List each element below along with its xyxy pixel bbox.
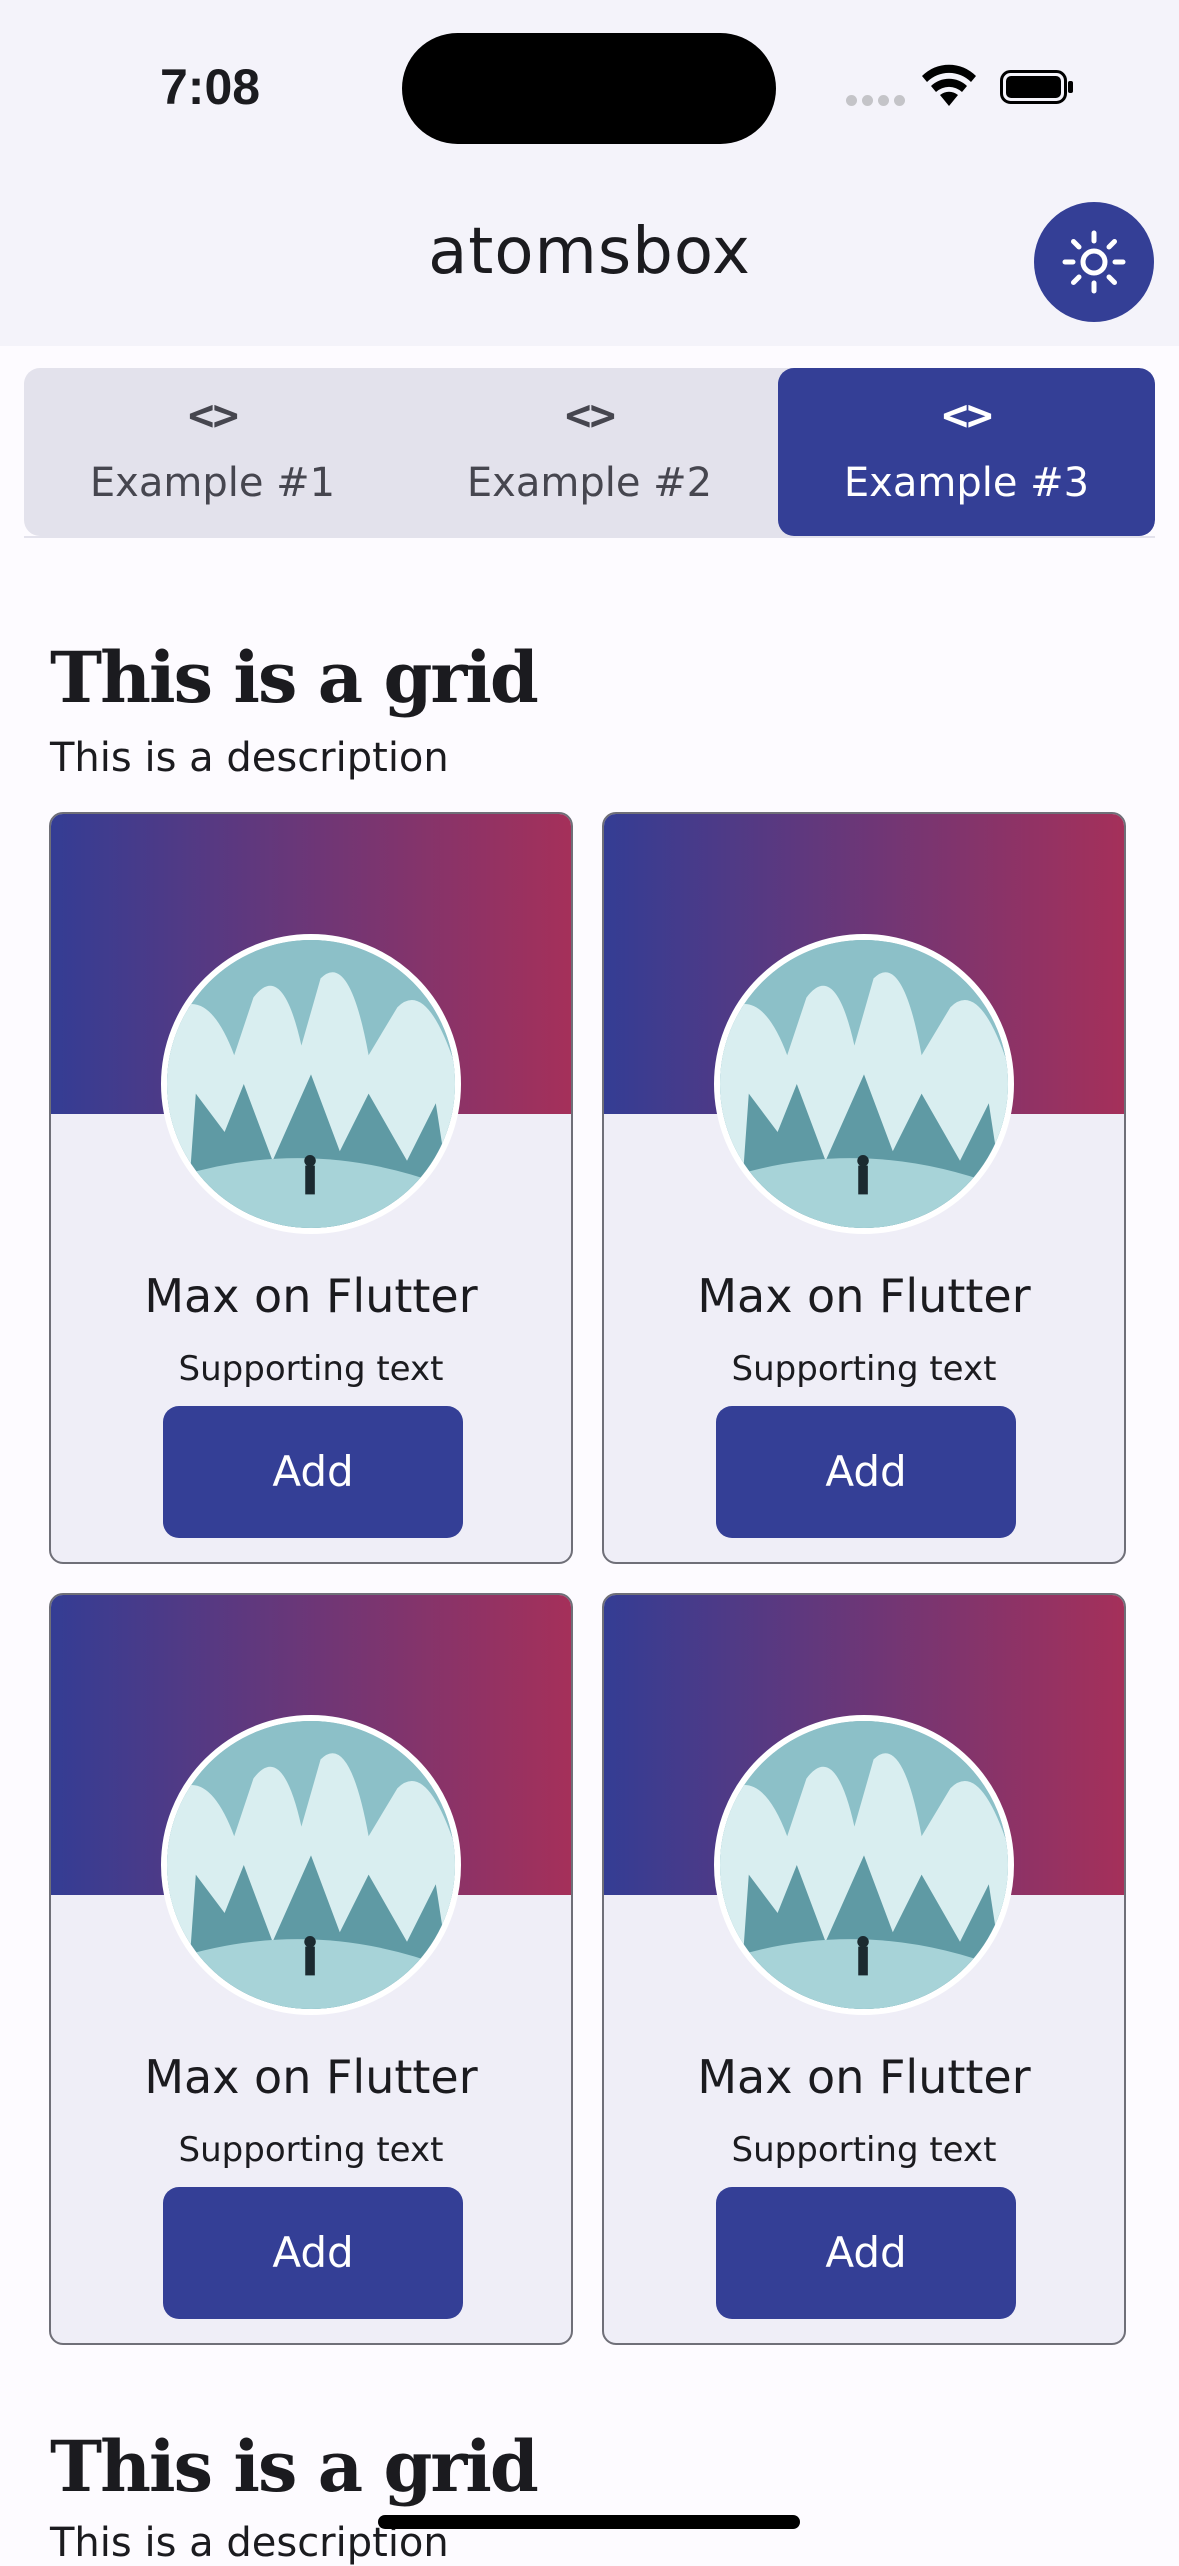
profile-card: Max on Flutter Supporting text Add [49,812,573,1564]
tab-label: Example #1 [89,460,336,506]
add-button[interactable]: Add [163,2187,463,2319]
card-supporting-text: Supporting text [731,1349,997,1389]
section-description: This is a description [50,735,449,781]
code-icon: <> [942,390,993,441]
cellular-signal-icon [846,95,906,107]
profile-card: Max on Flutter Supporting text Add [49,1593,573,2345]
section-title: This is a grid [50,636,539,719]
add-button[interactable]: Add [163,1406,463,1538]
add-button[interactable]: Add [716,2187,1016,2319]
profile-card: Max on Flutter Supporting text Add [602,812,1126,1564]
wifi-icon [922,64,976,106]
card-title: Max on Flutter [697,2050,1031,2104]
tab-divider [24,536,1155,538]
avatar [714,1715,1014,2015]
dynamic-island [402,33,776,144]
app-bar: atomsbox [0,170,1179,346]
avatar [714,934,1014,1234]
add-button[interactable]: Add [716,1406,1016,1538]
avatar [161,934,461,1234]
app-title: atomsbox [428,215,751,289]
tab-label: Example #3 [843,460,1090,506]
card-title: Max on Flutter [144,2050,478,2104]
theme-toggle-button[interactable] [1034,202,1154,322]
card-title: Max on Flutter [697,1269,1031,1323]
avatar [161,1715,461,2015]
status-bar: 7:08 [0,0,1179,170]
profile-card: Max on Flutter Supporting text Add [602,1593,1126,2345]
card-supporting-text: Supporting text [731,2130,997,2170]
card-supporting-text: Supporting text [178,2130,444,2170]
tab-example-3[interactable]: <> Example #3 [778,368,1155,536]
tab-label: Example #2 [466,460,713,506]
home-indicator[interactable] [378,2515,800,2529]
battery-icon [1000,70,1073,104]
card-supporting-text: Supporting text [178,1349,444,1389]
status-time: 7:08 [160,59,261,115]
code-icon: <> [565,390,616,441]
tab-example-2[interactable]: <> Example #2 [401,368,778,536]
example-tab-bar: <> Example #1 <> Example #2 <> Example #… [24,368,1155,536]
card-title: Max on Flutter [144,1269,478,1323]
code-icon: <> [188,390,239,441]
section-title: This is a grid [50,2425,539,2508]
sun-icon [1062,230,1126,294]
tab-example-1[interactable]: <> Example #1 [24,368,401,536]
